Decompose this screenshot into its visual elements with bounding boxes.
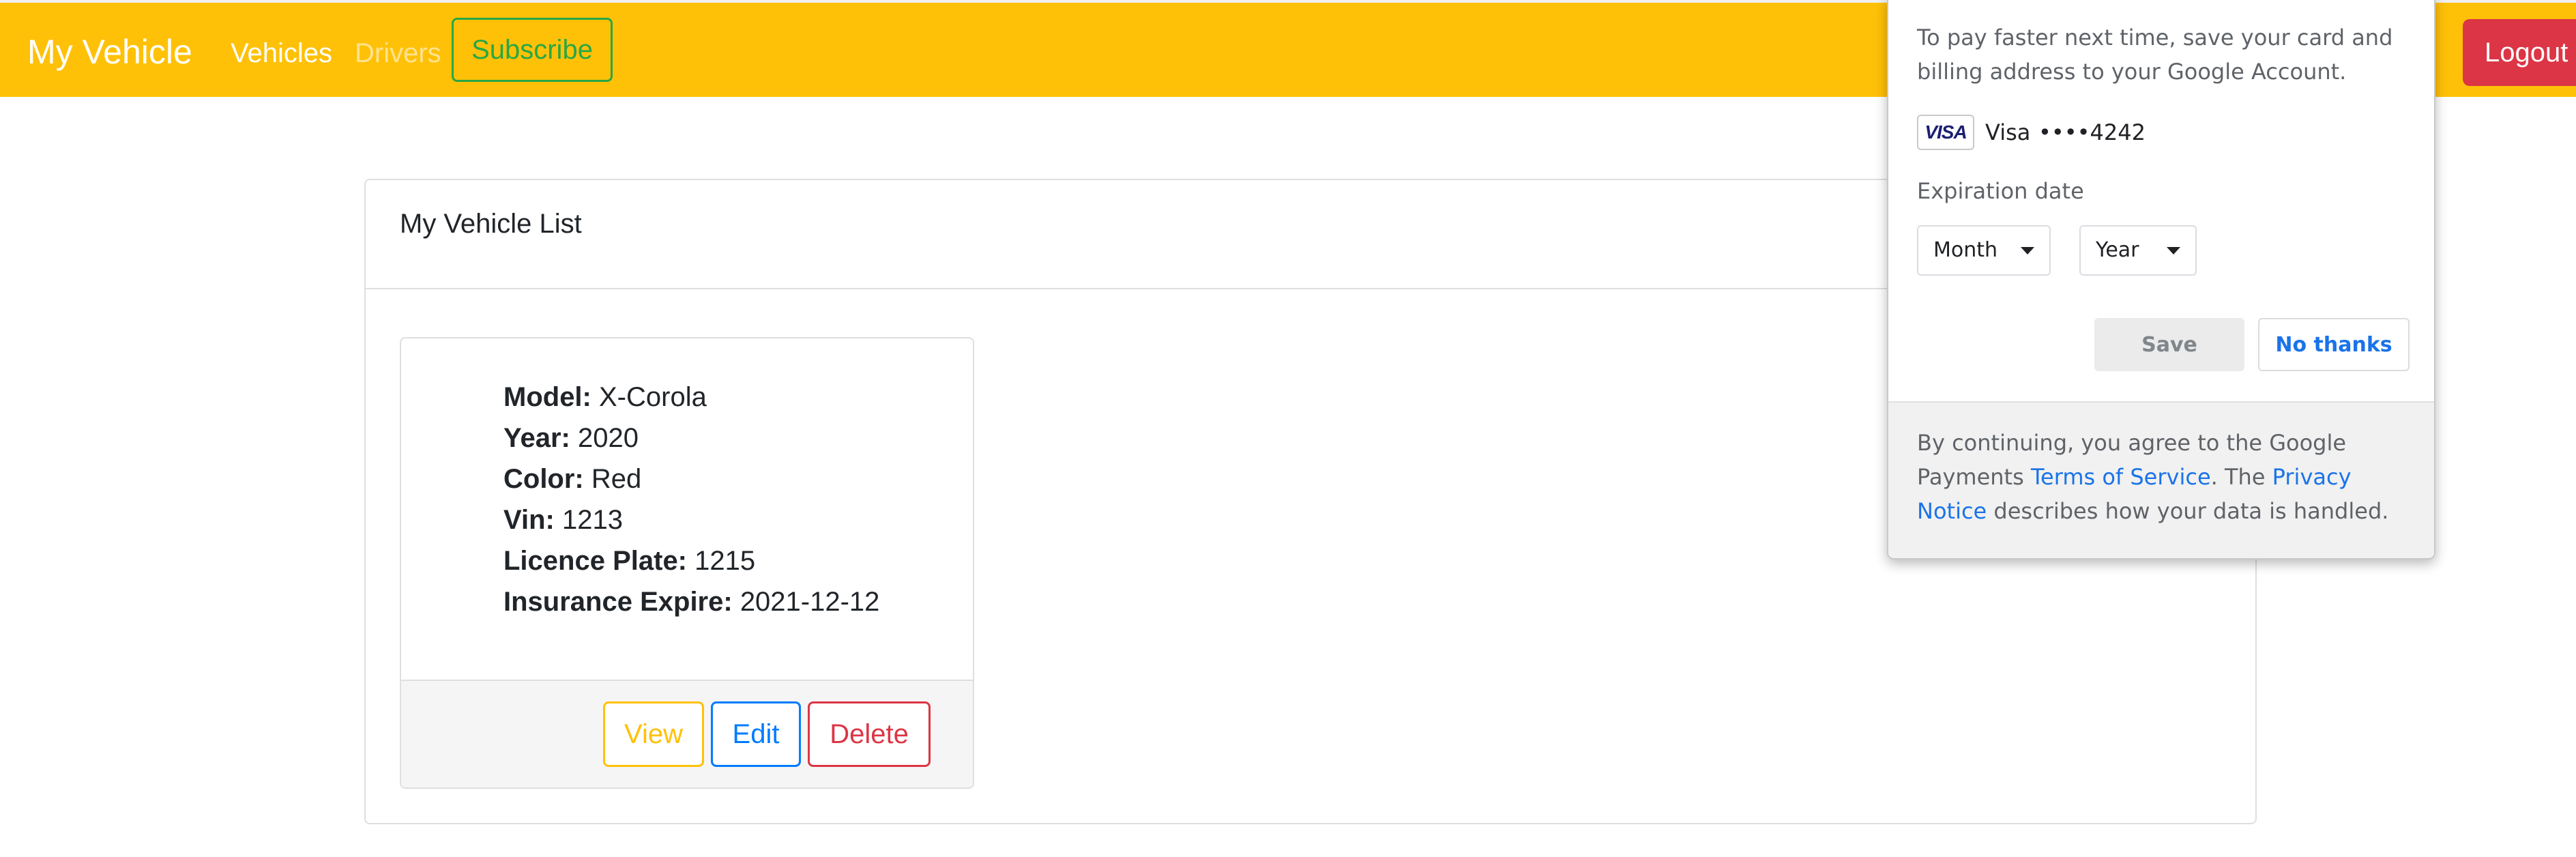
detail-licence-plate: Licence Plate: 1215 [503, 540, 879, 581]
nav-link-vehicles[interactable]: Vehicles [231, 37, 332, 70]
detail-model: Model: X-Corola [503, 377, 879, 418]
detail-value: Red [591, 464, 642, 494]
logout-button[interactable]: Logout [2463, 19, 2576, 86]
popup-intro-text: To pay faster next time, save your card … [1917, 25, 2393, 85]
detail-value: 1215 [694, 546, 756, 576]
page: My Vehicle Vehicles Drivers Subscribe Lo… [0, 0, 2576, 857]
legal-text: By continuing, you agree to the Google P… [1917, 426, 2415, 528]
detail-label: Model: [503, 382, 591, 412]
save-card-button[interactable]: Save [2094, 318, 2244, 371]
detail-color: Color: Red [503, 459, 879, 499]
month-select[interactable]: Month [1917, 225, 2051, 276]
terms-of-service-link[interactable]: Terms of Service [2031, 464, 2211, 490]
detail-insurance-expire: Insurance Expire: 2021-12-12 [503, 581, 879, 622]
no-thanks-button[interactable]: No thanks [2258, 318, 2410, 371]
subscribe-button[interactable]: Subscribe [452, 18, 613, 82]
brand-link[interactable]: My Vehicle [27, 31, 192, 72]
detail-value: 1213 [561, 505, 623, 535]
detail-label: Licence Plate: [503, 546, 688, 576]
detail-label: Insurance Expire: [503, 587, 733, 617]
expiration-date-label: Expiration date [1917, 178, 2084, 204]
card-network-name: Visa [1985, 119, 2031, 145]
dropdown-arrow-icon [2167, 247, 2180, 255]
detail-value: 2020 [577, 423, 639, 453]
vehicle-list-title: My Vehicle List [400, 209, 582, 239]
year-select[interactable]: Year [2079, 225, 2197, 276]
legal-middle: . The [2210, 464, 2272, 490]
vehicle-card: Model: X-Corola Year: 2020 Color: Red Vi… [400, 337, 974, 789]
vehicle-card-footer: View Edit Delete [401, 680, 973, 787]
nav-link-drivers[interactable]: Drivers [355, 37, 441, 70]
save-card-popup: To pay faster next time, save your card … [1887, 0, 2435, 560]
detail-label: Year: [503, 423, 570, 453]
year-select-value: Year [2096, 238, 2139, 262]
edit-button[interactable]: Edit [711, 701, 801, 767]
detail-year: Year: 2020 [503, 418, 879, 459]
detail-value: 2021-12-12 [740, 587, 880, 617]
view-button[interactable]: View [603, 701, 704, 767]
detail-vin: Vin: 1213 [503, 499, 879, 540]
dropdown-arrow-icon [2021, 247, 2034, 255]
vehicle-details: Model: X-Corola Year: 2020 Color: Red Vi… [503, 377, 879, 622]
popup-legal-footer: By continuing, you agree to the Google P… [1888, 401, 2434, 558]
detail-value: X-Corola [599, 382, 707, 412]
detail-label: Color: [503, 464, 584, 494]
month-select-value: Month [1933, 238, 1998, 262]
legal-suffix: describes how your data is handled. [1987, 498, 2389, 524]
visa-card-icon: VISA [1917, 115, 1974, 150]
detail-label: Vin: [503, 505, 555, 535]
card-masked-number: ••••4242 [2038, 119, 2146, 145]
delete-button[interactable]: Delete [808, 701, 931, 767]
